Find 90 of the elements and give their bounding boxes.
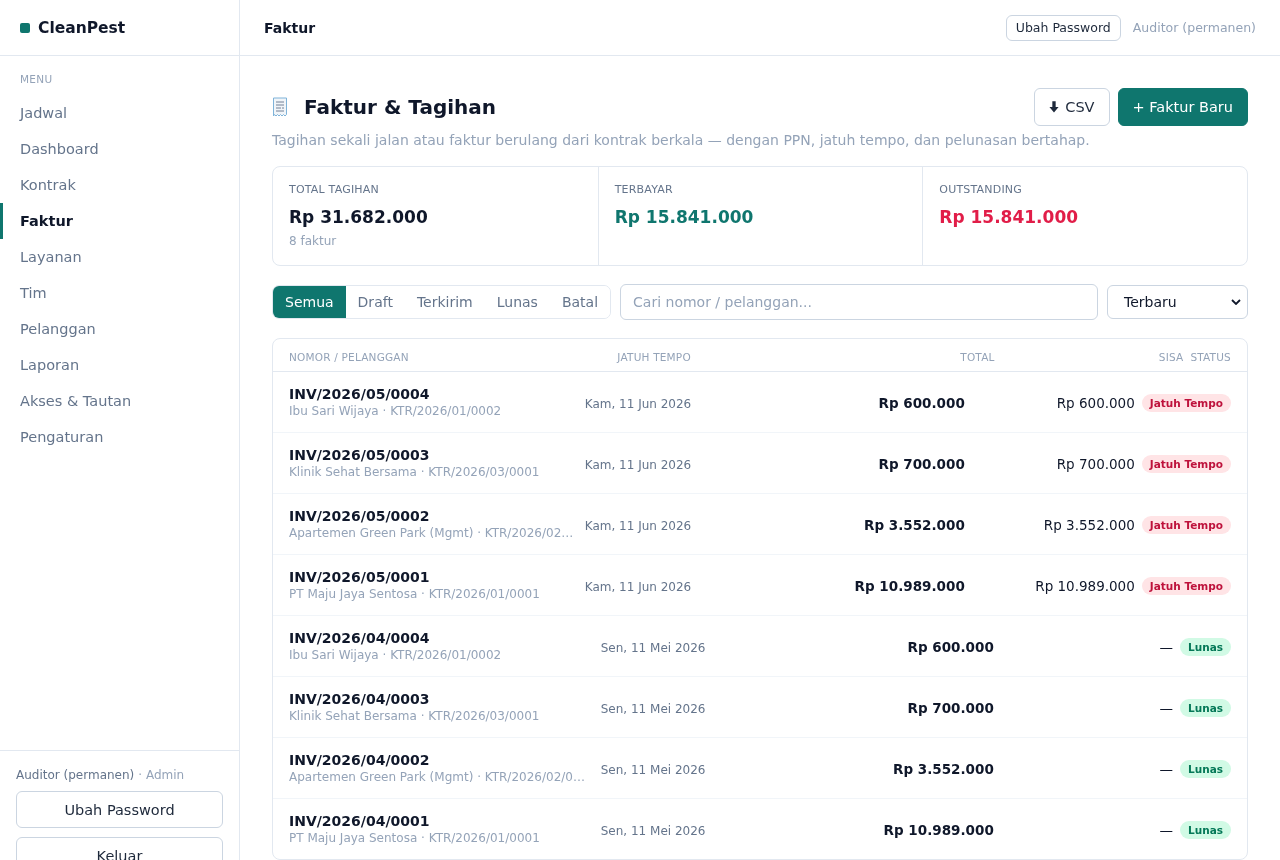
due-date: Kam, 11 Jun 2026 — [584, 579, 692, 594]
nav-item[interactable]: Laporan — [0, 347, 239, 383]
status-badge: Jatuh Tempo — [1141, 394, 1231, 412]
customer-contract: Ibu Sari Wijaya · KTR/2026/01/0002 — [289, 647, 503, 663]
stat-value: Rp 31.682.000 — [289, 206, 429, 229]
column-header: NOMOR / PELANGGAN — [289, 350, 409, 363]
total-amount: Rp 600.000 — [907, 638, 994, 655]
sort-select[interactable]: Terbaru — [1107, 285, 1248, 319]
user-role: · Admin — [138, 767, 185, 783]
customer-contract: Apartemen Green Park (Mgmt) · KTR/2026/02… — [289, 525, 575, 541]
invoice-number: INV/2026/05/0003 — [289, 446, 431, 464]
total-amount: Rp 10.989.000 — [854, 577, 965, 594]
total-amount: Rp 700.000 — [907, 699, 994, 716]
stat-label: TERBAYAR — [614, 183, 674, 197]
invoice-number: INV/2026/05/0002 — [289, 507, 431, 525]
due-date: Sen, 11 Mei 2026 — [600, 762, 706, 777]
nav-item[interactable]: Pelanggan — [0, 311, 239, 347]
stat-label: OUTSTANDING — [939, 183, 1024, 197]
due-date: Sen, 11 Mei 2026 — [600, 701, 706, 716]
remaining-amount: Rp 600.000 — [1056, 394, 1135, 411]
column-header: STATUS — [1190, 350, 1231, 363]
customer-contract: PT Maju Jaya Sentosa · KTR/2026/01/0001 — [289, 586, 541, 602]
invoice-number: INV/2026/04/0004 — [289, 629, 431, 647]
sidebar-button[interactable]: Ubah Password — [16, 791, 223, 828]
download-icon — [1049, 101, 1060, 113]
remaining-amount: — — [1159, 699, 1173, 716]
invoice-number: INV/2026/04/0002 — [289, 751, 431, 769]
invoice-number: INV/2026/05/0004 — [289, 385, 431, 403]
total-amount: Rp 3.552.000 — [893, 760, 994, 777]
total-amount: Rp 700.000 — [878, 455, 965, 472]
remaining-amount: — — [1159, 638, 1173, 655]
customer-contract: Apartemen Green Park (Mgmt) · KTR/2026/02/0… — [289, 769, 586, 785]
nav-item[interactable]: Akses & Tautan — [0, 383, 239, 419]
action-button[interactable]: + Faktur Baru — [1117, 88, 1248, 126]
nav-item[interactable]: Layanan — [0, 239, 239, 275]
nav-item[interactable]: Pengaturan — [0, 419, 239, 455]
brand-name: CleanPest — [38, 18, 126, 37]
action-button[interactable]: CSV — [1034, 88, 1110, 126]
total-amount: Rp 600.000 — [878, 394, 965, 411]
due-date: Kam, 11 Jun 2026 — [584, 457, 692, 472]
column-header: SISA — [1158, 350, 1184, 363]
status-badge: Lunas — [1180, 760, 1231, 778]
customer-contract: Klinik Sehat Bersama · KTR/2026/03/0001 — [289, 464, 541, 480]
receipt-icon — [272, 97, 288, 117]
status-badge: Lunas — [1180, 699, 1231, 717]
invoice-number: INV/2026/05/0001 — [289, 568, 431, 586]
status-badge: Lunas — [1180, 638, 1231, 656]
status-badge: Jatuh Tempo — [1141, 516, 1231, 534]
remaining-amount: Rp 3.552.000 — [1043, 516, 1135, 533]
total-amount: Rp 10.989.000 — [883, 821, 994, 838]
due-date: Sen, 11 Mei 2026 — [600, 640, 706, 655]
invoice-number: INV/2026/04/0001 — [289, 812, 431, 830]
nav-item[interactable]: Tim — [0, 275, 239, 311]
user-name: Auditor (permanen) — [16, 767, 135, 783]
chevron-down-icon — [1231, 299, 1241, 305]
user-label: Auditor (permanen) — [1132, 20, 1256, 35]
remaining-amount: — — [1159, 821, 1173, 838]
nav-item[interactable]: Faktur — [0, 203, 239, 239]
remaining-amount: — — [1159, 760, 1173, 777]
remaining-amount: Rp 10.989.000 — [1035, 577, 1135, 594]
column-header: TOTAL — [960, 350, 995, 363]
status-badge: Jatuh Tempo — [1141, 577, 1231, 595]
invoice-number: INV/2026/04/0003 — [289, 690, 431, 708]
menu-label: MENU — [19, 72, 54, 86]
stat-note: 8 faktur — [289, 233, 338, 249]
total-amount: Rp 3.552.000 — [864, 516, 965, 533]
customer-contract: Klinik Sehat Bersama · KTR/2026/03/0001 — [289, 708, 541, 724]
status-tab[interactable]: Semua — [273, 286, 346, 318]
customer-contract: PT Maju Jaya Sentosa · KTR/2026/01/0001 — [289, 830, 541, 846]
search-field[interactable]: Cari nomor / pelanggan... — [620, 284, 1098, 320]
remaining-amount: Rp 700.000 — [1056, 455, 1135, 472]
nav-item[interactable]: Kontrak — [0, 167, 239, 203]
due-date: Sen, 11 Mei 2026 — [600, 823, 706, 838]
stat-value: Rp 15.841.000 — [614, 206, 755, 229]
status-badge: Jatuh Tempo — [1141, 455, 1231, 473]
customer-contract: Ibu Sari Wijaya · KTR/2026/01/0002 — [289, 403, 503, 419]
nav-item[interactable]: Dashboard — [0, 131, 239, 167]
page-description: Tagihan sekali jalan atau faktur berulang dari kontrak berkala — dengan PPN, jatuh tempo, dan pelunasan bertahap. — [272, 131, 1091, 150]
due-date: Kam, 11 Jun 2026 — [584, 518, 692, 533]
page-title: Faktur & Tagihan — [304, 94, 497, 120]
page-heading: Faktur — [264, 19, 316, 36]
stat-label: TOTAL TAGIHAN — [289, 183, 380, 197]
due-date: Kam, 11 Jun 2026 — [584, 396, 692, 411]
sidebar-button[interactable]: Keluar — [16, 837, 223, 860]
stat-value: Rp 15.841.000 — [939, 206, 1080, 229]
nav-item[interactable]: Jadwal — [0, 95, 239, 131]
column-header: JATUH TEMPO — [617, 350, 691, 363]
change-password-button[interactable]: Ubah Password — [1005, 14, 1121, 41]
status-badge: Lunas — [1180, 821, 1231, 839]
logo-square-icon — [20, 22, 30, 33]
